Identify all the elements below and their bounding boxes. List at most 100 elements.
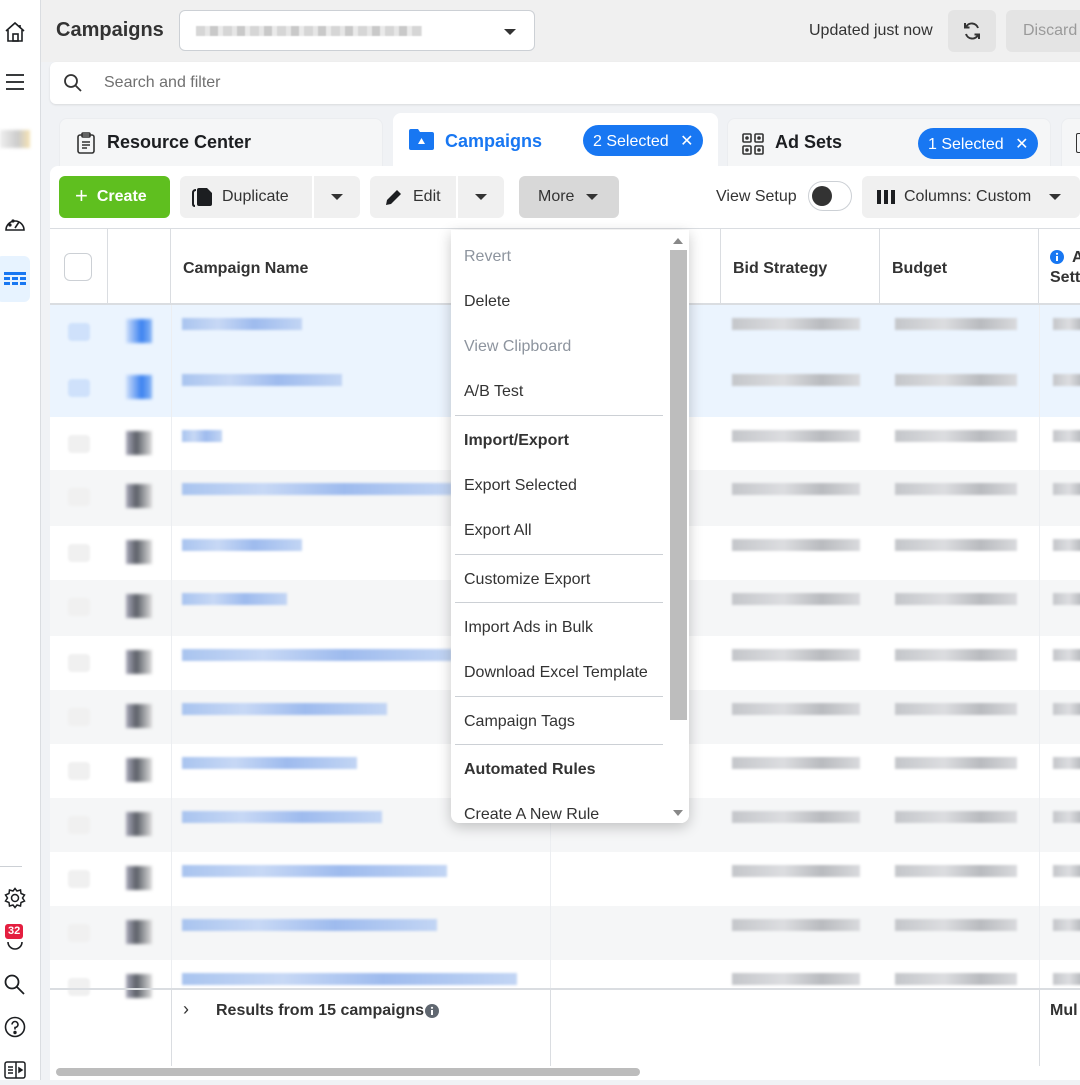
- campaign-name-link[interactable]: [182, 374, 342, 386]
- row-checkbox[interactable]: [68, 379, 90, 397]
- row-checkbox[interactable]: [68, 924, 90, 942]
- menu-item[interactable]: Create A New Rule: [464, 806, 599, 823]
- tab-campaigns[interactable]: Campaigns 2 Selected ✕: [393, 113, 718, 173]
- bid-strategy-header[interactable]: Bid Strategy: [720, 229, 880, 304]
- budget-value: [895, 703, 1017, 715]
- campaign-status-toggle[interactable]: [126, 704, 152, 728]
- budget-value: [895, 483, 1017, 495]
- campaign-status-toggle[interactable]: [126, 484, 152, 508]
- campaign-name-link[interactable]: [182, 919, 437, 931]
- edit-dropdown-button[interactable]: [458, 176, 504, 218]
- scroll-down-arrow-icon[interactable]: [673, 810, 683, 816]
- scroll-up-arrow-icon[interactable]: [673, 238, 683, 244]
- campaign-status-toggle[interactable]: [126, 866, 152, 890]
- clear-selection-icon[interactable]: ✕: [680, 133, 693, 150]
- campaign-status-toggle[interactable]: [126, 540, 152, 564]
- campaign-name-link[interactable]: [182, 865, 447, 877]
- campaign-name-link[interactable]: [182, 649, 452, 661]
- discard-button[interactable]: Discard: [1006, 10, 1080, 52]
- menu-item[interactable]: Delete: [464, 293, 510, 311]
- menu-item[interactable]: Campaign Tags: [464, 713, 575, 731]
- campaign-status-toggle[interactable]: [126, 812, 152, 836]
- campaign-status-toggle[interactable]: [126, 375, 152, 399]
- row-checkbox[interactable]: [68, 544, 90, 562]
- table-row[interactable]: [50, 906, 1080, 960]
- campaigns-selected-badge[interactable]: 2 Selected ✕: [583, 125, 704, 156]
- campaign-status-toggle[interactable]: [126, 920, 152, 944]
- account-name-redacted: [196, 26, 422, 36]
- row-checkbox[interactable]: [68, 435, 90, 453]
- clear-selection-icon[interactable]: ✕: [1015, 136, 1028, 153]
- row-checkbox[interactable]: [68, 323, 90, 341]
- create-button[interactable]: + Create: [59, 176, 170, 218]
- row-checkbox[interactable]: [68, 598, 90, 616]
- tab-resource-center[interactable]: Resource Center: [59, 118, 383, 170]
- search-icon: [64, 74, 82, 92]
- info-icon[interactable]: [425, 1004, 439, 1018]
- menu-item[interactable]: Import Ads in Bulk: [464, 619, 593, 637]
- campaign-name-link[interactable]: [182, 483, 452, 495]
- chevron-down-icon: [331, 194, 343, 200]
- campaign-name-link[interactable]: [182, 318, 302, 330]
- settings-icon[interactable]: [0, 883, 30, 913]
- account-avatar[interactable]: [0, 130, 30, 148]
- row-checkbox[interactable]: [68, 654, 90, 672]
- tab-ad-sets[interactable]: Ad Sets 1 Selected ✕: [727, 118, 1051, 170]
- campaign-name-link[interactable]: [182, 703, 387, 715]
- home-icon[interactable]: [0, 17, 30, 47]
- campaign-status-toggle[interactable]: [126, 319, 152, 343]
- budget-value: [895, 374, 1017, 386]
- campaign-status-toggle[interactable]: [126, 431, 152, 455]
- menu-item[interactable]: Download Excel Template: [464, 664, 648, 682]
- duplicate-label: Duplicate: [222, 188, 289, 205]
- menu-icon[interactable]: [0, 67, 30, 97]
- budget-header[interactable]: Budget: [880, 229, 1039, 304]
- campaign-status-toggle[interactable]: [126, 758, 152, 782]
- select-all-checkbox[interactable]: [64, 253, 92, 281]
- view-setup-toggle[interactable]: [808, 181, 852, 211]
- expand-results-chevron-icon[interactable]: ›: [183, 999, 189, 1020]
- column-label: A: [1072, 249, 1080, 266]
- help-icon[interactable]: [0, 1012, 30, 1042]
- row-checkbox[interactable]: [68, 816, 90, 834]
- budget-value: [895, 318, 1017, 330]
- row-checkbox[interactable]: [68, 870, 90, 888]
- campaigns-table-icon[interactable]: [0, 265, 30, 295]
- campaign-status-toggle[interactable]: [126, 650, 152, 674]
- edit-button[interactable]: Edit: [370, 176, 456, 218]
- menu-item[interactable]: Export All: [464, 522, 532, 540]
- campaign-status-toggle[interactable]: [126, 594, 152, 618]
- campaign-name-link[interactable]: [182, 539, 302, 551]
- more-button[interactable]: More: [519, 176, 619, 218]
- menu-item[interactable]: A/B Test: [464, 383, 523, 401]
- budget-value: [895, 430, 1017, 442]
- menu-item[interactable]: Customize Export: [464, 571, 590, 589]
- campaign-name-link[interactable]: [182, 430, 222, 442]
- menu-scrollbar-thumb[interactable]: [670, 250, 687, 720]
- search-icon[interactable]: [0, 970, 30, 1000]
- refresh-button[interactable]: [948, 10, 996, 52]
- reports-icon[interactable]: [0, 1055, 30, 1085]
- tab-ads[interactable]: [1061, 118, 1080, 170]
- search-input[interactable]: Search and filter: [50, 62, 1080, 104]
- campaign-name-link[interactable]: [182, 811, 382, 823]
- duplicate-dropdown-button[interactable]: [314, 176, 360, 218]
- table-row[interactable]: [50, 960, 1080, 998]
- row-checkbox[interactable]: [68, 708, 90, 726]
- ad-account-selector[interactable]: [179, 10, 535, 51]
- campaign-name-link[interactable]: [182, 757, 357, 769]
- campaign-name-link[interactable]: [182, 973, 517, 985]
- row-checkbox[interactable]: [68, 488, 90, 506]
- attribution-setting-header[interactable]: A Sett: [1039, 229, 1080, 304]
- horizontal-scrollbar[interactable]: [56, 1068, 640, 1076]
- budget-value: [895, 539, 1017, 551]
- duplicate-button[interactable]: Duplicate: [180, 176, 312, 218]
- table-row[interactable]: [50, 852, 1080, 906]
- ad-sets-selected-badge[interactable]: 1 Selected ✕: [918, 128, 1039, 159]
- menu-item[interactable]: Export Selected: [464, 477, 577, 495]
- performance-icon[interactable]: [0, 211, 30, 241]
- row-checkbox[interactable]: [68, 762, 90, 780]
- columns-button[interactable]: Columns: Custom: [862, 176, 1080, 218]
- campaign-name-link[interactable]: [182, 593, 287, 605]
- top-bar: Campaigns Updated just now Discard: [41, 0, 1080, 62]
